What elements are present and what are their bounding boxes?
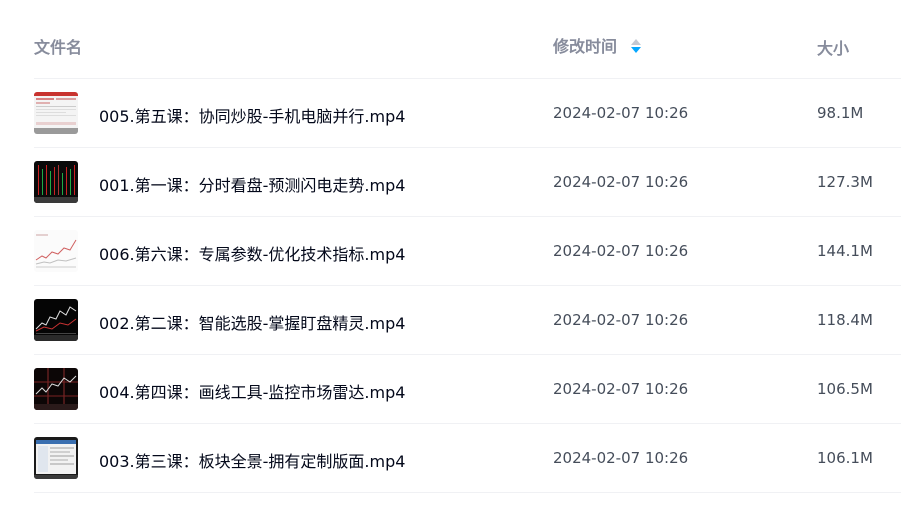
file-row[interactable]: 006.第六课：专属参数-优化技术指标.mp4 2024-02-07 10:26… [34,217,901,286]
file-name[interactable]: 001.第一课：分时看盘-预测闪电走势.mp4 [99,172,405,196]
file-modified-time: 2024-02-07 10:26 [553,311,689,329]
sort-asc-icon [631,39,642,45]
file-row[interactable]: 002.第二课：智能选股-掌握盯盘精灵.mp4 2024-02-07 10:26… [34,286,901,355]
file-list-table: 文件名 修改时间 大小 005.第五课：协同炒股-手机电脑并行.mp4 2024… [34,0,901,493]
sort-toggle-icon[interactable] [631,38,642,54]
file-size: 106.5M [817,380,873,398]
sort-desc-icon [631,47,642,53]
file-name[interactable]: 004.第四课：画线工具-监控市场雷达.mp4 [99,379,405,403]
file-row[interactable]: 004.第四课：画线工具-监控市场雷达.mp4 2024-02-07 10:26… [34,355,901,424]
file-row[interactable]: 001.第一课：分时看盘-预测闪电走势.mp4 2024-02-07 10:26… [34,148,901,217]
file-size: 127.3M [817,173,873,191]
file-row[interactable]: 005.第五课：协同炒股-手机电脑并行.mp4 2024-02-07 10:26… [34,79,901,148]
column-header-name[interactable]: 文件名 [34,34,82,58]
column-header-size[interactable]: 大小 [817,35,849,59]
file-size: 144.1M [817,242,873,260]
video-thumbnail [34,92,78,134]
file-size: 118.4M [817,311,873,329]
file-name[interactable]: 002.第二课：智能选股-掌握盯盘精灵.mp4 [99,310,405,334]
video-thumbnail [34,161,78,203]
video-thumbnail [34,299,78,341]
file-modified-time: 2024-02-07 10:26 [553,449,689,467]
file-modified-time: 2024-02-07 10:26 [553,242,689,260]
file-size: 98.1M [817,104,864,122]
column-header-time[interactable]: 修改时间 [553,33,642,57]
file-modified-time: 2024-02-07 10:26 [553,104,689,122]
file-row[interactable]: 003.第三课：板块全景-拥有定制版面.mp4 2024-02-07 10:26… [34,424,901,493]
file-size: 106.1M [817,449,873,467]
file-name[interactable]: 006.第六课：专属参数-优化技术指标.mp4 [99,241,405,265]
video-thumbnail [34,230,78,272]
file-name[interactable]: 005.第五课：协同炒股-手机电脑并行.mp4 [99,103,405,127]
file-name[interactable]: 003.第三课：板块全景-拥有定制版面.mp4 [99,448,405,472]
table-header: 文件名 修改时间 大小 [34,0,901,79]
column-header-time-label: 修改时间 [553,37,618,56]
file-modified-time: 2024-02-07 10:26 [553,173,689,191]
file-modified-time: 2024-02-07 10:26 [553,380,689,398]
video-thumbnail [34,368,78,410]
video-thumbnail [34,437,78,479]
